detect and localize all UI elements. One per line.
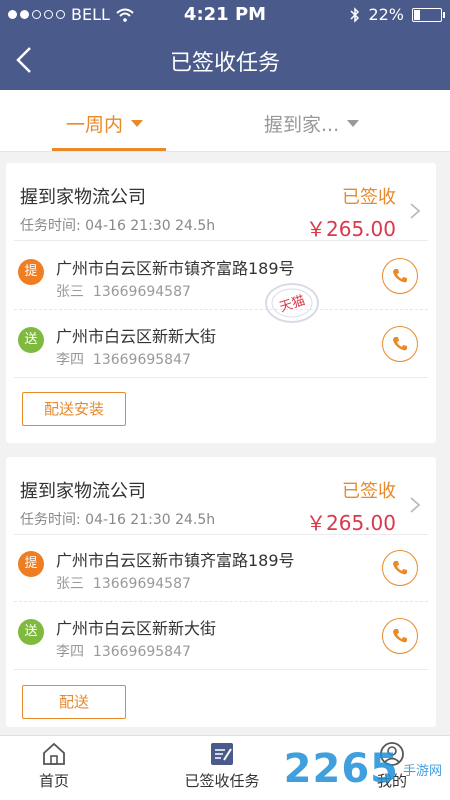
watermark-logo: 2265 手游网 — [284, 746, 442, 792]
task-time-value: 04-16 21:30 — [85, 512, 171, 528]
watermark-number: 2265 — [283, 746, 399, 792]
caret-down-icon — [347, 120, 360, 127]
company-name: 握到家物流公司 — [20, 187, 146, 208]
pickup-address: 广州市白云区新市镇齐富路189号 — [56, 259, 295, 278]
caret-down-icon — [131, 120, 144, 127]
pickup-contact-phone: 13669694587 — [92, 284, 191, 300]
task-time-label: 任务时间: — [20, 512, 81, 528]
phone-icon — [393, 269, 407, 283]
task-duration: 24.5h — [175, 512, 216, 528]
stamp-text: 天猫 — [278, 293, 307, 315]
pickup-badge: 提 — [18, 259, 44, 285]
action-button[interactable]: 配送安装 — [22, 392, 126, 426]
delivery-contact: 李四 13669695847 — [56, 641, 191, 661]
task-price: ￥265.00 — [306, 511, 396, 535]
divider — [14, 601, 428, 602]
divider — [14, 669, 428, 670]
divider — [14, 240, 428, 241]
task-time: 任务时间: 04-16 21:30 24.5h — [20, 215, 215, 235]
nav-bar: 已签收任务 — [0, 30, 450, 90]
delivery-stop: 送 广州市白云区新新大街 李四 13669695847 — [6, 311, 436, 377]
delivery-address: 广州市白云区新新大街 — [56, 327, 217, 346]
page-title: 已签收任务 — [169, 51, 280, 76]
battery-icon — [412, 7, 445, 22]
task-time-label: 任务时间: — [20, 218, 81, 234]
task-duration: 24.5h — [175, 218, 216, 234]
pickup-contact: 张三 13669694587 — [56, 281, 191, 301]
call-button[interactable] — [382, 618, 418, 654]
task-status: 已签收 — [342, 481, 396, 502]
delivery-stop: 送 广州市白云区新新大街 李四 13669695847 — [6, 603, 436, 669]
pickup-contact-name: 张三 — [56, 576, 84, 592]
watermark-text: 手游网 — [402, 763, 442, 779]
delivery-contact-phone: 13669695847 — [92, 644, 191, 660]
action-button[interactable]: 配送 — [22, 685, 126, 719]
pickup-contact-name: 张三 — [56, 284, 84, 300]
task-status: 已签收 — [342, 187, 396, 208]
status-right: 22% — [350, 5, 445, 24]
filter-company-label: 握到家... — [264, 114, 340, 136]
tab-signed-tasks-label: 已签收任务 — [184, 772, 260, 790]
bluetooth-icon — [350, 6, 360, 23]
delivery-contact-phone: 13669695847 — [92, 352, 191, 368]
home-icon — [43, 742, 65, 765]
task-price: ￥265.00 — [306, 217, 396, 241]
status-bar: BELL 4:21 PM 22% — [0, 0, 450, 30]
phone-icon — [393, 337, 407, 351]
task-time-value: 04-16 21:30 — [85, 218, 171, 234]
tab-bar: 首页 已签收任务 我的 2265 手游网 — [0, 735, 450, 800]
filter-period-label: 一周内 — [66, 114, 124, 136]
pickup-contact-phone: 13669694587 — [92, 576, 191, 592]
task-card[interactable]: 握到家物流公司 已签收 任务时间: 04-16 21:30 24.5h ￥265… — [6, 457, 436, 727]
filter-company[interactable]: 握到家... — [264, 110, 360, 137]
phone-icon — [393, 561, 407, 575]
call-button[interactable] — [382, 258, 418, 294]
delivery-contact-name: 李四 — [56, 644, 84, 660]
task-card[interactable]: 握到家物流公司 已签收 任务时间: 04-16 21:30 24.5h ￥265… — [6, 163, 436, 443]
tab-signed-tasks[interactable]: 已签收任务 — [172, 740, 272, 791]
chevron-right-icon[interactable] — [408, 495, 422, 515]
task-time: 任务时间: 04-16 21:30 24.5h — [20, 509, 215, 529]
delivery-contact-name: 李四 — [56, 352, 84, 368]
chevron-right-icon[interactable] — [408, 201, 422, 221]
pickup-contact: 张三 13669694587 — [56, 573, 191, 593]
filter-period[interactable]: 一周内 — [66, 110, 144, 137]
delivery-address: 广州市白云区新新大街 — [56, 619, 217, 638]
pickup-address: 广州市白云区新市镇齐富路189号 — [56, 551, 295, 570]
pickup-stop: 提 广州市白云区新市镇齐富路189号 张三 13669694587 — [6, 243, 436, 309]
battery-percent: 22% — [368, 5, 404, 24]
tab-home-label: 首页 — [38, 772, 69, 790]
call-button[interactable] — [382, 326, 418, 362]
delivery-badge: 送 — [18, 619, 44, 645]
phone-icon — [393, 629, 407, 643]
stamp-logo: 天猫 — [265, 283, 319, 323]
divider — [14, 309, 428, 310]
divider — [14, 377, 428, 378]
delivery-contact: 李四 13669695847 — [56, 349, 191, 369]
pickup-badge: 提 — [18, 551, 44, 577]
delivery-badge: 送 — [18, 327, 44, 353]
active-filter-indicator — [52, 148, 166, 151]
tab-home[interactable]: 首页 — [22, 740, 86, 791]
company-name: 握到家物流公司 — [20, 481, 146, 502]
signed-tasks-icon — [211, 743, 233, 765]
call-button[interactable] — [382, 550, 418, 586]
pickup-stop: 提 广州市白云区新市镇齐富路189号 张三 13669694587 — [6, 535, 436, 601]
filter-bar: 一周内 握到家... — [0, 90, 450, 152]
